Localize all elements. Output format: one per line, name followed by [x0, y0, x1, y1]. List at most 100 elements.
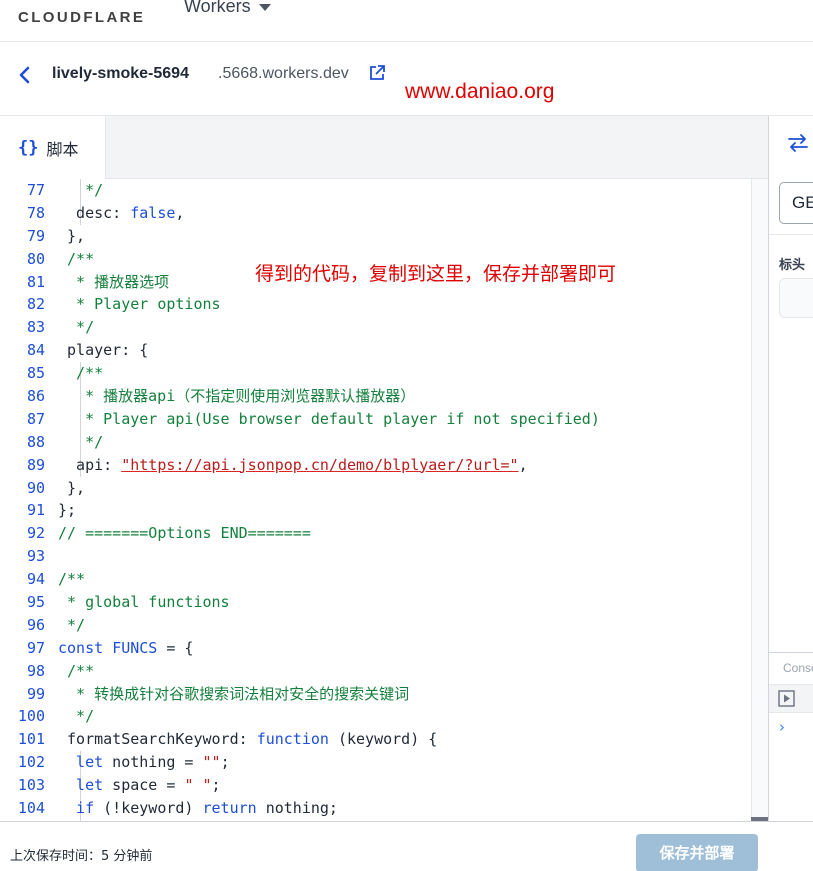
code-line[interactable]: 83 */ — [0, 316, 768, 339]
line-number: 104 — [17, 799, 45, 818]
line-number: 99 — [26, 684, 45, 703]
code-line[interactable]: 96 */ — [0, 614, 768, 637]
line-code: player: { — [58, 339, 148, 362]
code-token: */ — [58, 707, 95, 726]
line-code: /** — [58, 362, 103, 385]
play-icon[interactable] — [778, 690, 795, 707]
code-token: FUNCS — [112, 638, 158, 657]
line-code: * 播放器选项 — [58, 271, 169, 294]
code-token: desc: — [58, 203, 131, 222]
line-number: 87 — [26, 409, 45, 428]
code-token: ; — [211, 776, 221, 795]
code-line[interactable]: 102 let nothing = ""; — [0, 751, 768, 775]
code-line[interactable]: 89 api: "https://api.jsonpop.cn/demo/blp… — [0, 453, 768, 477]
code-line[interactable]: 100 */ — [0, 705, 768, 728]
code-line[interactable]: 87 * Player api(Use browser default play… — [0, 407, 768, 431]
last-saved-text: 上次保存时间：5 分钟前 — [10, 849, 153, 864]
line-number: 79 — [26, 226, 45, 245]
line-code: /** — [58, 248, 94, 271]
code-token: return — [202, 799, 257, 818]
headers-input[interactable] — [779, 278, 813, 318]
code-token: /** — [58, 249, 95, 268]
line-number: 78 — [26, 203, 45, 222]
code-token: player: { — [58, 341, 149, 360]
code-line[interactable]: 103 let space = " "; — [0, 774, 768, 798]
http-method-select[interactable]: GET — [779, 182, 813, 224]
line-number: 103 — [17, 776, 45, 795]
line-number: 97 — [26, 638, 45, 657]
line-code: */ — [58, 179, 103, 202]
line-code: desc: false, — [58, 202, 184, 225]
code-line[interactable]: 99 * 转换成针对谷歌搜索词法相对安全的搜索关键词 — [0, 683, 768, 706]
code-line[interactable]: 90 }, — [0, 477, 768, 500]
console-prompt[interactable]: › — [779, 718, 785, 736]
editor-scrollbar[interactable] — [751, 179, 768, 821]
line-code: */ — [58, 316, 94, 339]
swap-arrows-icon[interactable] — [787, 133, 809, 153]
line-code: let nothing = ""; — [58, 751, 230, 774]
line-number: 84 — [26, 341, 45, 360]
annotation-text: 得到的代码，复制到这里，保存并部署即可 — [255, 263, 617, 285]
cloudflare-logo[interactable]: CLOUDFLARE — [18, 9, 145, 26]
save-and-deploy-button[interactable]: 保存并部署 — [636, 834, 758, 871]
code-line[interactable]: 97 const FUNCS = { — [0, 637, 768, 660]
code-token: let — [58, 753, 104, 772]
code-line[interactable]: 84 player: { — [0, 339, 768, 362]
workers-menu[interactable]: Workers — [184, 0, 271, 17]
tab-script-label: 脚本 — [46, 139, 79, 159]
code-token: " " — [184, 776, 212, 795]
code-token: "https://api.jsonpop.cn/demo/blplyaer/?u… — [121, 455, 519, 474]
line-code: * global functions — [58, 591, 230, 614]
chevron-left-icon[interactable] — [14, 64, 36, 86]
code-line[interactable]: 85 /** — [0, 362, 768, 386]
code-line[interactable]: 91}; — [0, 499, 768, 522]
code-token: * global functions — [58, 593, 230, 612]
line-code: formatSearchKeyword: function (keyword) … — [58, 728, 437, 751]
line-code: if (!keyword) return nothing; — [58, 797, 338, 820]
code-line[interactable]: 93 — [0, 545, 768, 568]
code-token: ; — [220, 753, 230, 772]
code-braces-icon: {} — [18, 137, 39, 158]
external-link-icon[interactable] — [368, 64, 386, 82]
caret-down-icon — [258, 4, 271, 11]
code-token: nothing; — [256, 799, 338, 818]
line-code: */ — [58, 431, 103, 454]
line-code: * Player options — [58, 293, 221, 316]
workers-menu-label: Workers — [184, 0, 251, 16]
code-line[interactable]: 104 if (!keyword) return nothing; — [0, 797, 768, 820]
code-line[interactable]: 78 desc: false, — [0, 201, 768, 225]
code-token: function — [256, 730, 329, 749]
line-code: * 转换成针对谷歌搜索词法相对安全的搜索关键词 — [58, 683, 409, 706]
code-token: }, — [58, 226, 86, 245]
line-number: 94 — [26, 570, 45, 589]
line-number: 95 — [26, 593, 45, 612]
code-line[interactable]: 101 formatSearchKeyword: function (keywo… — [0, 728, 768, 751]
code-line[interactable]: 94 /** — [0, 568, 768, 591]
code-line[interactable]: 77 */ — [0, 179, 768, 202]
footer-bar: 上次保存时间：5 分钟前 保存并部署 — [0, 821, 813, 871]
line-number: 92 — [26, 524, 45, 543]
top-bar: CLOUDFLARE Workers — [0, 0, 813, 42]
code-token: * Player api(Use browser default player … — [58, 409, 600, 428]
code-line[interactable]: 95 * global functions — [0, 591, 768, 614]
code-editor[interactable]: 77 */78 desc: false, 79 }, 80 /** 81 * 播放器选… — [0, 179, 768, 821]
line-number: 83 — [26, 318, 45, 337]
code-line[interactable]: 98 /** — [0, 660, 768, 683]
line-code: api: "https://api.jsonpop.cn/demo/blplya… — [58, 454, 528, 477]
line-number: 77 — [26, 181, 45, 199]
line-number: 102 — [17, 753, 45, 772]
code-token: false — [130, 203, 176, 222]
code-line[interactable]: 79 }, — [0, 225, 768, 248]
code-token: */ — [58, 181, 104, 199]
tab-console[interactable]: Console — [783, 661, 813, 675]
headers-label: 标头 — [779, 258, 806, 273]
code-line[interactable]: 92 // =======Options END======= — [0, 522, 768, 545]
code-line[interactable]: 82 * Player options — [0, 293, 768, 316]
code-line[interactable]: 88 */ — [0, 430, 768, 454]
code-token: */ — [58, 615, 86, 634]
tab-script[interactable]: {} 脚本 — [0, 116, 106, 179]
code-line[interactable]: 86 * 播放器api（不指定则使用浏览器默认播放器） — [0, 385, 768, 408]
line-number: 89 — [26, 455, 45, 474]
line-number: 82 — [26, 295, 45, 314]
